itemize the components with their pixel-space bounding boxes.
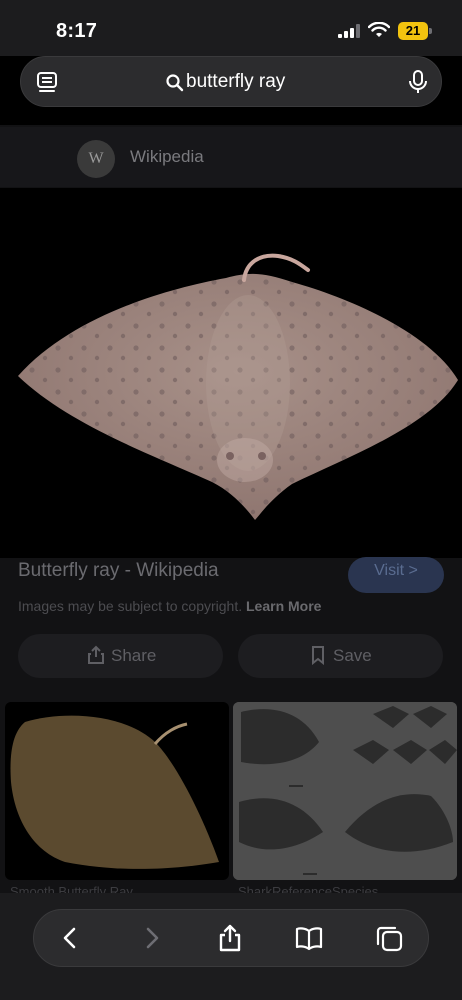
- status-time: 8:17: [56, 20, 98, 42]
- battery-percent: 21: [405, 23, 421, 38]
- search-icon: [166, 74, 184, 92]
- related-image-thumbnail[interactable]: [233, 702, 457, 880]
- back-icon[interactable]: [56, 924, 84, 952]
- share-label: Share: [111, 646, 157, 665]
- share-icon[interactable]: [216, 924, 244, 952]
- copyright-text: Images may be subject to copyright.: [18, 598, 243, 614]
- search-query[interactable]: butterfly ray: [186, 71, 285, 93]
- save-button[interactable]: Save: [238, 634, 443, 678]
- related-image-thumbnail[interactable]: [5, 702, 229, 880]
- reader-icon[interactable]: [36, 71, 58, 93]
- save-label: Save: [333, 646, 372, 665]
- status-bar: 8:17 21: [0, 0, 462, 56]
- bookmarks-icon[interactable]: [295, 924, 323, 952]
- battery-nub: [429, 28, 432, 34]
- cellular-signal-icon: [338, 24, 360, 38]
- mic-icon[interactable]: [407, 70, 429, 94]
- bookmark-icon: [312, 646, 324, 665]
- result-title[interactable]: Butterfly ray - Wikipedia: [18, 560, 219, 582]
- battery-icon: 21: [398, 22, 432, 40]
- source-row: [0, 127, 462, 187]
- forward-icon[interactable]: [138, 924, 166, 952]
- visit-button[interactable]: Visit >: [348, 557, 444, 593]
- learn-more-link[interactable]: Learn More: [246, 598, 321, 614]
- share-button[interactable]: Share: [18, 634, 223, 678]
- butterfly-ray-image[interactable]: [0, 188, 462, 558]
- wikipedia-logo: W: [77, 140, 115, 178]
- source-name: Wikipedia: [130, 147, 204, 166]
- address-bar[interactable]: butterfly ray: [20, 56, 442, 107]
- copyright-notice: Images may be subject to copyright. Lear…: [18, 598, 321, 614]
- share-icon: [88, 645, 104, 664]
- tabs-icon[interactable]: [375, 924, 403, 952]
- wifi-icon: [368, 22, 390, 37]
